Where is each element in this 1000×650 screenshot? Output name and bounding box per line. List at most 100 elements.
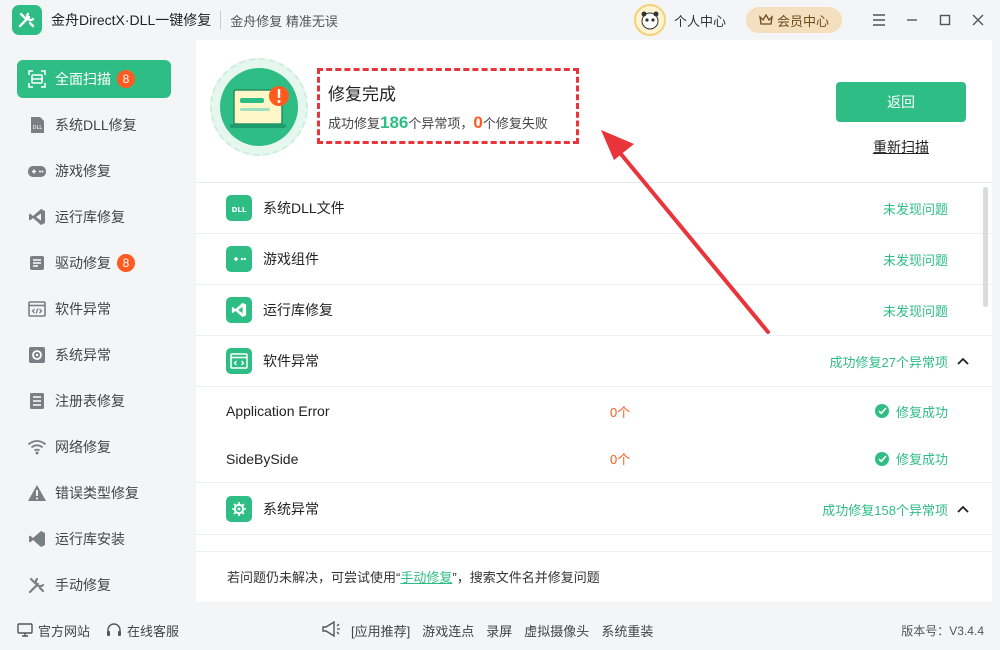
dll-icon: DLL [226, 195, 252, 221]
item-result-label: 修复成功 [896, 404, 949, 420]
hint-text-before: 若问题仍未解决，可尝试使用“ [227, 570, 401, 585]
maximize-icon[interactable] [928, 0, 961, 40]
status-title: 修复完成 [328, 85, 396, 104]
scan-icon [27, 69, 47, 89]
sidebar-item-system-exception[interactable]: 系统异常 [17, 336, 171, 374]
count-badge: 8 [117, 70, 135, 88]
personal-center-link[interactable]: 个人中心 [674, 11, 726, 30]
recommend-app-link[interactable]: 游戏连点 [422, 621, 474, 640]
item-name: Application Error [226, 403, 330, 419]
online-service-label: 在线客服 [127, 623, 180, 639]
manual-repair-link[interactable]: 手动修复 [400, 567, 452, 586]
category-status: 成功修复27个异常项 [829, 354, 948, 370]
fail-count: 0 [473, 113, 483, 132]
crown-icon [759, 14, 773, 25]
category-status: 成功修复158个异常项 [822, 502, 948, 518]
category-status: 未发现问题 [882, 303, 948, 319]
sidebar-item-driver-repair[interactable]: 驱动修复 8 [17, 244, 171, 282]
code-window-icon [27, 299, 47, 319]
gamepad-icon [27, 161, 47, 181]
sidebar-item-label: 运行库安装 [55, 531, 125, 547]
app-title: 金舟DirectX·DLL一键修复 [51, 12, 212, 28]
back-button[interactable]: 返回 [836, 82, 966, 122]
item-result: 修复成功 [875, 402, 948, 421]
category-row[interactable]: 游戏组件 未发现问题 [196, 234, 992, 285]
sidebar-item-label: 驱动修复 [55, 255, 111, 271]
chevron-up-icon[interactable] [956, 354, 970, 368]
category-row-expanded[interactable]: 系统异常 成功修复158个异常项 [196, 484, 992, 535]
category-row[interactable]: DLL 系统DLL文件 未发现问题 [196, 183, 992, 234]
official-site-label: 官方网站 [38, 623, 91, 639]
sidebar-item-registry-repair[interactable]: 注册表修复 [17, 382, 171, 420]
category-label: 系统异常 [263, 501, 319, 517]
check-circle-icon [875, 404, 889, 418]
status-summary: 成功修复186个异常项，0个修复失败 [328, 113, 548, 133]
hint-text-after: ”，搜索文件名并修复问题 [452, 570, 600, 585]
success-count: 186 [380, 113, 409, 132]
vip-center-button[interactable]: 会员中心 [746, 7, 842, 33]
recommend-app-link[interactable]: 虚拟摄像头 [524, 621, 589, 640]
megaphone-icon [321, 620, 341, 640]
app-subtitle: 金舟修复 精准无误 [230, 13, 338, 29]
scrollbar[interactable] [983, 187, 988, 307]
chevron-up-icon[interactable] [956, 502, 970, 516]
category-label: 软件异常 [263, 353, 319, 369]
gear-icon [226, 496, 252, 522]
result-list: DLL 系统DLL文件 未发现问题 游戏组件 未发现问题 运行库修复 未发现问题… [196, 182, 992, 548]
status-middle: 个异常项， [408, 116, 474, 131]
online-service-link[interactable]: 在线客服 [106, 621, 179, 640]
vip-center-label: 会员中心 [776, 13, 829, 29]
list-item: Application Error 0个 修复成功 [196, 387, 992, 435]
sidebar-item-network-repair[interactable]: 网络修复 [17, 428, 171, 466]
rescan-link[interactable]: 重新扫描 [873, 137, 929, 157]
sidebar-item-system-dll[interactable]: DLL 系统DLL修复 [17, 106, 171, 144]
sidebar-item-software-exception[interactable]: 软件异常 [17, 290, 171, 328]
recommend-app-link[interactable]: 系统重装 [601, 621, 653, 640]
wrench-icon [27, 575, 47, 595]
sidebar-item-full-scan[interactable]: 全面扫描 8 [17, 60, 171, 98]
recommend-app-link[interactable]: 录屏 [486, 621, 512, 640]
gear-icon [27, 345, 47, 365]
category-label: 游戏组件 [263, 251, 319, 267]
item-count: 0个 [610, 452, 631, 467]
dll-icon: DLL [27, 115, 47, 135]
list-item: SideBySide 0个 修复成功 [196, 435, 992, 483]
category-status: 未发现问题 [882, 201, 948, 217]
app-logo-icon [12, 5, 42, 35]
item-result: 修复成功 [875, 449, 948, 468]
menu-icon[interactable] [862, 0, 895, 40]
category-row[interactable]: 运行库修复 未发现问题 [196, 285, 992, 336]
list-icon [27, 391, 47, 411]
status-suffix: 个修复失败 [482, 116, 548, 131]
category-label: 系统DLL文件 [263, 200, 345, 216]
title-bar: 金舟DirectX·DLL一键修复 金舟修复 精准无误 个人中心 会员中心 [0, 0, 1000, 40]
svg-text:DLL: DLL [33, 125, 43, 131]
count-badge: 8 [117, 254, 135, 272]
visual-studio-icon [226, 297, 252, 323]
minimize-icon[interactable] [895, 0, 928, 40]
gamepad-icon [226, 246, 252, 272]
category-label: 运行库修复 [263, 302, 333, 318]
monitor-icon [17, 623, 33, 637]
headset-icon [107, 622, 122, 636]
category-row-expanded[interactable]: 软件异常 成功修复27个异常项 [196, 336, 992, 387]
svg-text:DLL: DLL [232, 206, 247, 214]
title-divider [220, 11, 222, 29]
user-avatar[interactable] [633, 4, 666, 36]
driver-icon [27, 253, 47, 273]
sidebar-item-runtime-install[interactable]: 运行库安装 [17, 520, 171, 558]
sidebar-item-label: 系统DLL修复 [55, 117, 137, 133]
sidebar-item-game-repair[interactable]: 游戏修复 [17, 152, 171, 190]
sidebar-item-runtime-repair[interactable]: 运行库修复 [17, 198, 171, 236]
sidebar-item-error-type-repair[interactable]: 错误类型修复 [17, 474, 171, 512]
sidebar-item-label: 系统异常 [55, 347, 111, 363]
close-icon[interactable] [961, 0, 994, 40]
status-prefix: 成功修复 [328, 116, 381, 131]
sidebar-item-label: 错误类型修复 [55, 485, 139, 501]
code-window-icon [226, 348, 252, 374]
sidebar-item-label: 网络修复 [55, 439, 111, 455]
sidebar-item-manual-repair[interactable]: 手动修复 [17, 566, 171, 604]
official-site-link[interactable]: 官方网站 [17, 621, 90, 640]
repair-complete-illustration [210, 58, 308, 156]
manual-repair-hint: 若问题仍未解决，可尝试使用“ 手动修复 ”，搜索文件名并修复问题 [196, 551, 992, 601]
